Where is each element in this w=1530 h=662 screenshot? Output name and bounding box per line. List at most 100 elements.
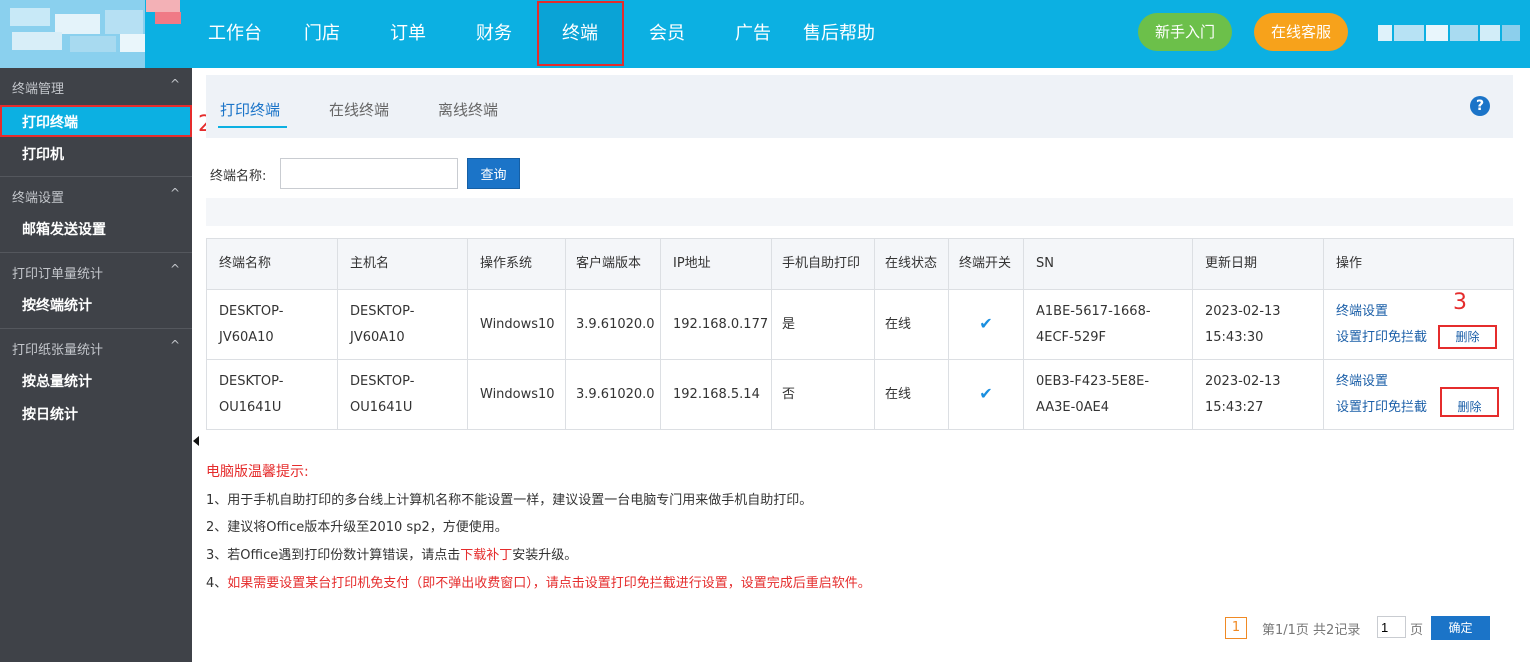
sidebar-item-label: 按总量统计 xyxy=(22,374,92,390)
terminal-table: 终端名称 主机名 操作系统 客户端版本 IP地址 手机自助打印 在线状态 终端开… xyxy=(206,238,1514,430)
sidebar-item-email-settings[interactable]: 邮箱发送设置 xyxy=(0,212,192,244)
sidebar-item-by-day[interactable]: 按日统计 xyxy=(0,397,192,429)
table-row: DESKTOP- OU1641U DESKTOP- OU1641U Windows1… xyxy=(206,359,1514,430)
question-circle-icon[interactable]: ? xyxy=(1470,96,1490,116)
pager-page-unit: 页 xyxy=(1410,623,1424,638)
sidebar-item-label: 打印终端 xyxy=(22,115,78,131)
update-date-cell: 2023-02-13 15:43:30 xyxy=(1192,289,1324,360)
nav-finance[interactable]: 财务 xyxy=(476,22,512,46)
top-navigation-bar: 工作台 门店 订单 财务 终端 会员 广告 售后帮助 新手入门 在线客服 xyxy=(0,0,1530,68)
sidebar-item-by-terminal[interactable]: 按终端统计 xyxy=(0,288,192,320)
tab-online-terminal[interactable]: 在线终端 xyxy=(329,99,389,120)
chevron-up-icon: ^ xyxy=(169,338,180,352)
sn-cell: 0EB3-F423-5E8E- AA3E-0AE4 xyxy=(1023,359,1193,430)
chevron-up-icon: ^ xyxy=(169,262,180,276)
column-header: 终端开关 xyxy=(948,238,1024,290)
download-patch-link[interactable]: 下载补丁 xyxy=(460,548,512,563)
terminal-switch-cell: ✔ xyxy=(948,359,1024,430)
checkmark-icon[interactable]: ✔ xyxy=(979,314,992,333)
sidebar-item-label: 邮箱发送设置 xyxy=(22,222,106,238)
tip-1: 1、用于手机自助打印的多台线上计算机名称不能设置一样，建议设置一台电脑专门用来做… xyxy=(206,493,813,508)
column-header: 客户端版本 xyxy=(565,238,661,290)
column-header: 终端名称 xyxy=(206,238,338,290)
nav-workbench[interactable]: 工作台 xyxy=(208,22,262,46)
sidebar-group-title: 终端管理 xyxy=(12,82,65,97)
table-header-row: 终端名称 主机名 操作系统 客户端版本 IP地址 手机自助打印 在线状态 终端开… xyxy=(206,238,1514,290)
active-tab-indicator xyxy=(218,126,287,128)
delete-button[interactable]: 删除 xyxy=(1438,325,1497,349)
pager-info: 第1/1页 共2记录 xyxy=(1262,623,1361,638)
sidebar-group-paper-stats[interactable]: 打印纸张量统计 ^ xyxy=(0,329,192,365)
table-row: DESKTOP- JV60A10 DESKTOP- JV60A10 Windows1… xyxy=(206,289,1514,360)
sidebar-group-order-stats[interactable]: 打印订单量统计 ^ xyxy=(0,253,192,289)
sidebar: 终端管理 ^ 打印终端 打印机 终端设置 ^ 邮箱发送设置 打印订单量统计 ^ … xyxy=(0,68,192,662)
nav-members[interactable]: 会员 xyxy=(649,22,685,46)
terminal-settings-link[interactable]: 终端设置 xyxy=(1336,299,1501,325)
column-header: 在线状态 xyxy=(874,238,949,290)
sidebar-group-title: 打印订单量统计 xyxy=(12,267,104,282)
nav-ads[interactable]: 广告 xyxy=(735,22,771,46)
nav-after-sales-help[interactable]: 售后帮助 xyxy=(803,22,875,46)
sidebar-item-label: 按终端统计 xyxy=(22,298,92,314)
terminal-name-input[interactable] xyxy=(280,158,458,189)
annotation-number-3: 3 xyxy=(1453,290,1467,315)
column-header: 更新日期 xyxy=(1192,238,1324,290)
ip-cell: 192.168.5.14 xyxy=(660,359,772,430)
sidebar-item-by-total[interactable]: 按总量统计 xyxy=(0,364,192,396)
column-header: SN xyxy=(1023,238,1193,290)
chevron-up-icon: ^ xyxy=(169,186,180,200)
pager-current-page[interactable]: 1 xyxy=(1225,617,1247,639)
column-header: 主机名 xyxy=(337,238,468,290)
collapse-sidebar-arrow-icon[interactable] xyxy=(193,436,199,446)
checkmark-icon[interactable]: ✔ xyxy=(979,384,992,403)
sidebar-item-printer[interactable]: 打印机 xyxy=(0,137,192,169)
sidebar-item-label: 按日统计 xyxy=(22,407,78,423)
update-date-cell: 2023-02-13 15:43:27 xyxy=(1192,359,1324,430)
sidebar-group-title: 终端设置 xyxy=(12,191,65,206)
pager-page-input[interactable] xyxy=(1377,616,1406,638)
online-service-button[interactable]: 在线客服 xyxy=(1254,13,1348,51)
host-name-cell: DESKTOP- OU1641U xyxy=(337,359,468,430)
host-name-cell: DESKTOP- JV60A10 xyxy=(337,289,468,360)
chevron-up-icon: ^ xyxy=(169,77,180,91)
tip-4: 4、如果需要设置某台打印机免支付（即不弹出收费窗口），请点击设置打印免拦截进行设… xyxy=(206,576,871,591)
os-cell: Windows10 xyxy=(467,359,566,430)
user-account-blurred[interactable] xyxy=(1378,25,1520,41)
pager-confirm-button[interactable]: 确定 xyxy=(1431,616,1490,640)
column-header: 操作 xyxy=(1323,238,1514,290)
sidebar-group-terminal-management[interactable]: 终端管理 ^ xyxy=(0,68,192,104)
version-cell: 3.9.61020.0 xyxy=(565,359,661,430)
terminal-name-cell: DESKTOP- JV60A10 xyxy=(206,289,338,360)
tip-3: 3、若Office遇到打印份数计算错误，请点击下载补丁安装升级。 xyxy=(206,548,578,563)
delete-button[interactable]: 删除 xyxy=(1440,387,1499,417)
nav-orders[interactable]: 订单 xyxy=(390,22,426,46)
column-header: 手机自助打印 xyxy=(771,238,875,290)
os-cell: Windows10 xyxy=(467,289,566,360)
sidebar-item-print-terminal[interactable]: 打印终端 xyxy=(0,105,192,137)
tab-bar xyxy=(206,75,1513,138)
toolbar-strip xyxy=(206,198,1513,226)
online-status-cell: 在线 xyxy=(874,289,949,360)
nav-terminals[interactable]: 终端 xyxy=(562,22,598,46)
column-header: IP地址 xyxy=(660,238,772,290)
sn-cell: A1BE-5617-1668- 4ECF-529F xyxy=(1023,289,1193,360)
sidebar-group-terminal-settings[interactable]: 终端设置 ^ xyxy=(0,177,192,213)
column-header: 操作系统 xyxy=(467,238,566,290)
sidebar-group-title: 打印纸张量统计 xyxy=(12,343,104,358)
nav-stores[interactable]: 门店 xyxy=(304,22,340,46)
online-status-cell: 在线 xyxy=(874,359,949,430)
mobile-print-cell: 是 xyxy=(771,289,875,360)
mobile-print-cell: 否 xyxy=(771,359,875,430)
terminal-name-label: 终端名称: xyxy=(210,169,267,184)
terminal-switch-cell: ✔ xyxy=(948,289,1024,360)
beginner-guide-button[interactable]: 新手入门 xyxy=(1138,13,1232,51)
tips-title: 电脑版温馨提示: xyxy=(206,464,309,480)
ip-cell: 192.168.0.177 xyxy=(660,289,772,360)
version-cell: 3.9.61020.0 xyxy=(565,289,661,360)
logo-blurred[interactable] xyxy=(0,0,192,68)
tip-2: 2、建议将Office版本升级至2010 sp2，方便使用。 xyxy=(206,520,508,535)
sidebar-item-label: 打印机 xyxy=(22,147,64,163)
query-button[interactable]: 查询 xyxy=(467,158,520,189)
tab-offline-terminal[interactable]: 离线终端 xyxy=(438,99,498,120)
tab-print-terminal[interactable]: 打印终端 xyxy=(220,99,280,120)
